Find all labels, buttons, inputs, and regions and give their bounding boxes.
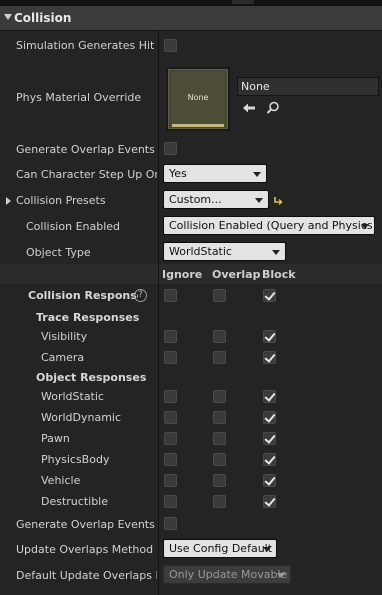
collision-presets-label: Collision Presets	[16, 194, 106, 207]
collision-presets-value: Custom...	[169, 193, 222, 206]
object-ignore-checkbox[interactable]	[164, 474, 177, 487]
gen-overlap-checkbox[interactable]	[164, 142, 177, 155]
object-ignore-checkbox[interactable]	[164, 390, 177, 403]
object-type-dropdown[interactable]: WorldStatic	[163, 242, 286, 261]
object-overlap-checkbox[interactable]	[213, 390, 226, 403]
section-title: Collision	[14, 11, 72, 25]
object-overlap-checkbox[interactable]	[213, 474, 226, 487]
top-tab	[232, 0, 254, 4]
object-block-checkbox[interactable]	[263, 495, 276, 508]
object-overlap-checkbox[interactable]	[213, 453, 226, 466]
trace-ignore-checkbox[interactable]	[164, 351, 177, 364]
object-ignore-checkbox[interactable]	[164, 411, 177, 424]
ignore-column-header: Ignore	[162, 268, 203, 281]
default-update-overlaps-label: Default Update Overlaps Method During Le…	[16, 569, 157, 582]
gen-overlap-streaming-checkbox[interactable]	[164, 517, 177, 530]
default-update-overlaps-dropdown: Only Update Movable	[163, 565, 291, 584]
object-block-checkbox[interactable]	[263, 411, 276, 424]
update-overlaps-dropdown[interactable]: Use Config Default	[163, 539, 277, 558]
object-block-checkbox[interactable]	[263, 390, 276, 403]
object-type-value: WorldStatic	[169, 245, 232, 258]
chevron-down-icon	[255, 198, 263, 203]
collision-enabled-label: Collision Enabled	[26, 220, 121, 233]
step-up-dropdown[interactable]: Yes	[163, 164, 267, 183]
object-ignore-checkbox[interactable]	[164, 453, 177, 466]
object-response-label: PhysicsBody	[41, 453, 110, 466]
collision-responses-label: Collision Responses	[28, 289, 138, 302]
trace-block-checkbox[interactable]	[263, 330, 276, 343]
responses-overlap-checkbox[interactable]	[213, 289, 226, 302]
collapse-arrow-icon[interactable]	[4, 14, 12, 20]
collision-presets-dropdown[interactable]: Custom...	[163, 190, 269, 209]
sim-hit-events-checkbox[interactable]	[164, 39, 177, 52]
column-divider[interactable]	[158, 31, 159, 595]
overlap-column-header: Overlap	[212, 268, 261, 281]
object-overlap-checkbox[interactable]	[213, 411, 226, 424]
help-icon[interactable]: ?	[134, 289, 147, 302]
chevron-down-icon	[272, 250, 280, 255]
object-block-checkbox[interactable]	[263, 474, 276, 487]
step-up-value: Yes	[169, 167, 187, 180]
object-responses-label: Object Responses	[36, 371, 147, 384]
collision-enabled-value: Collision Enabled (Query and Physics)	[169, 219, 375, 232]
chevron-down-icon	[263, 547, 271, 552]
object-block-checkbox[interactable]	[263, 432, 276, 445]
object-overlap-checkbox[interactable]	[213, 432, 226, 445]
update-overlaps-value: Use Config Default	[169, 542, 273, 555]
object-block-checkbox[interactable]	[263, 453, 276, 466]
trace-block-checkbox[interactable]	[263, 351, 276, 364]
object-response-label: Destructible	[41, 495, 108, 508]
trace-response-label: Visibility	[41, 330, 88, 343]
browse-search-icon[interactable]	[266, 101, 280, 115]
chevron-down-icon	[361, 224, 369, 229]
trace-overlap-checkbox[interactable]	[213, 330, 226, 343]
object-ignore-checkbox[interactable]	[164, 432, 177, 445]
collision-section-header[interactable]: Collision	[0, 6, 382, 31]
object-response-label: WorldDynamic	[41, 411, 122, 424]
default-update-overlaps-value: Only Update Movable	[169, 568, 288, 581]
object-response-label: Vehicle	[41, 474, 81, 487]
trace-overlap-checkbox[interactable]	[213, 351, 226, 364]
phys-material-asset-field[interactable]: None	[237, 77, 379, 96]
trace-responses-label: Trace Responses	[36, 311, 140, 324]
responses-ignore-checkbox[interactable]	[164, 289, 177, 302]
sim-hit-events-label: Simulation Generates Hit Events	[16, 39, 157, 52]
step-up-label: Can Character Step Up On	[16, 168, 157, 181]
object-response-label: WorldStatic	[41, 390, 104, 403]
object-response-label: Pawn	[41, 432, 70, 445]
object-type-label: Object Type	[26, 246, 91, 259]
collision-enabled-dropdown[interactable]: Collision Enabled (Query and Physics)	[163, 216, 375, 235]
gen-overlap-label: Generate Overlap Events	[16, 143, 155, 156]
reset-to-default-icon[interactable]	[273, 195, 283, 205]
chevron-down-icon	[253, 172, 261, 177]
block-column-header: Block	[262, 268, 296, 281]
gen-overlap-streaming-label: Generate Overlap Events During Level Str…	[16, 518, 157, 531]
chevron-down-icon	[277, 573, 285, 578]
phys-material-thumbnail[interactable]: None	[166, 67, 230, 131]
phys-material-label: Phys Material Override	[16, 91, 142, 104]
trace-ignore-checkbox[interactable]	[164, 330, 177, 343]
use-selected-arrow-icon[interactable]	[242, 102, 256, 114]
object-overlap-checkbox[interactable]	[213, 495, 226, 508]
object-ignore-checkbox[interactable]	[164, 495, 177, 508]
update-overlaps-label: Update Overlaps Method During Level Stre…	[16, 543, 157, 556]
thumbnail-stripe	[172, 124, 224, 127]
trace-response-label: Camera	[41, 351, 85, 364]
presets-expand-arrow-icon[interactable]	[6, 197, 11, 205]
responses-block-checkbox[interactable]	[263, 289, 276, 302]
thumbnail-text: None	[187, 93, 209, 102]
